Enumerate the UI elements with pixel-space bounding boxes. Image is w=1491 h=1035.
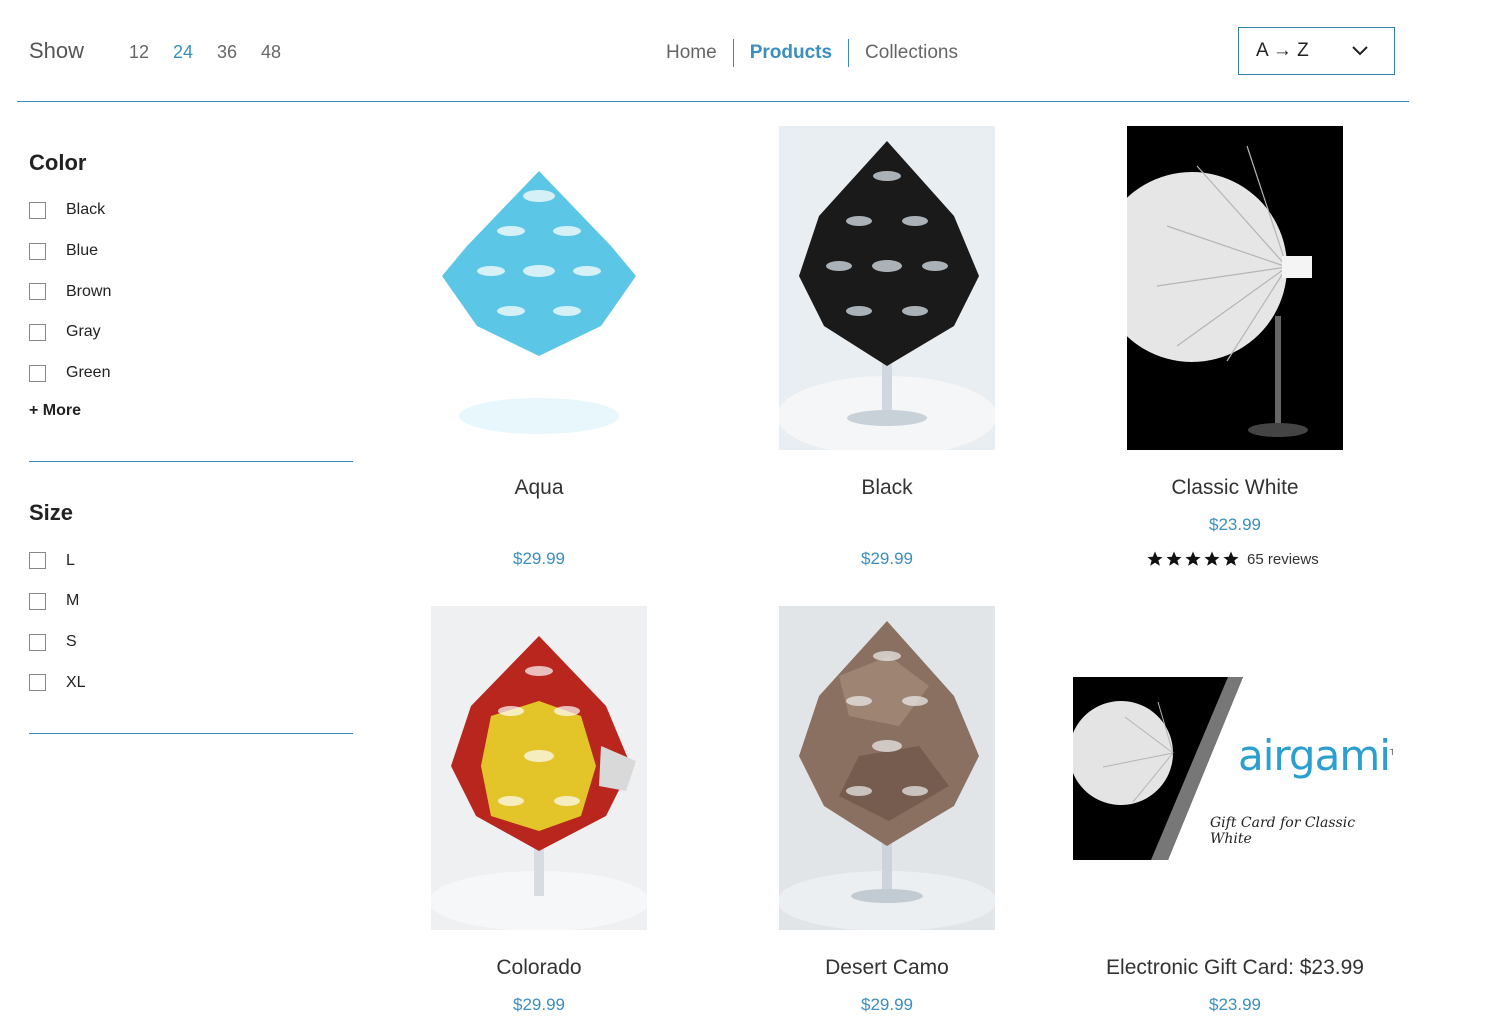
- toolbar: Show 12 24 36 48 Home Products Collectio…: [0, 0, 1410, 102]
- star-icon: [1166, 551, 1182, 566]
- nav-products[interactable]: Products: [734, 42, 848, 64]
- checkbox[interactable]: [29, 283, 46, 301]
- filter-label: Black: [66, 201, 106, 219]
- filter-size-title: Size: [29, 500, 74, 526]
- toolbar-divider: [17, 101, 1409, 102]
- product-price: $29.99: [513, 549, 565, 568]
- mask-image: [431, 636, 647, 930]
- rating-stars: [1146, 550, 1241, 568]
- per-page-48[interactable]: 48: [261, 42, 281, 63]
- product-price: $29.99: [513, 995, 565, 1014]
- product-name[interactable]: Desert Camo: [687, 956, 1087, 980]
- star-icon: [1204, 551, 1220, 566]
- filter-label: XL: [66, 673, 86, 691]
- filter-color-black[interactable]: Black: [29, 190, 353, 231]
- star-icon: [1147, 551, 1163, 566]
- filter-size-xl[interactable]: XL: [29, 663, 353, 704]
- filter-sidebar: Color Black Blue Brown Gray Green + More…: [29, 150, 353, 735]
- sort-select[interactable]: A → Z: [1238, 27, 1395, 75]
- product-image-black[interactable]: [779, 126, 995, 450]
- product-image-aqua[interactable]: [431, 126, 647, 450]
- mask-image: [779, 621, 995, 930]
- filter-size-m[interactable]: M: [29, 581, 353, 622]
- main-nav: Home Products Collections: [650, 38, 974, 68]
- star-icon: [1223, 551, 1239, 566]
- checkbox[interactable]: [29, 323, 46, 341]
- product-name[interactable]: Black: [687, 476, 1087, 500]
- sort-value: A → Z: [1256, 40, 1309, 61]
- per-page-36[interactable]: 36: [217, 42, 237, 63]
- checkbox[interactable]: [29, 201, 46, 219]
- product-image-desert-camo[interactable]: [779, 606, 995, 930]
- mask-image: [1127, 145, 1312, 437]
- product-name[interactable]: Aqua: [339, 476, 739, 500]
- mask-image: [442, 171, 636, 434]
- checkbox[interactable]: [29, 552, 46, 570]
- filter-label: S: [66, 633, 77, 651]
- nav-collections[interactable]: Collections: [849, 42, 974, 64]
- mask-image: [779, 141, 995, 450]
- product-image-gift-card[interactable]: airgamiTM Gift Card for Classic White: [1073, 677, 1393, 860]
- filter-color-title: Color: [29, 150, 87, 175]
- chevron-down-icon: [1352, 46, 1368, 56]
- product-name[interactable]: Classic White: [1035, 476, 1435, 500]
- star-icon: [1185, 551, 1201, 566]
- checkbox[interactable]: [29, 633, 46, 651]
- filter-label: Gray: [66, 323, 101, 341]
- filter-color-green[interactable]: Green: [29, 353, 353, 394]
- filter-color-brown[interactable]: Brown: [29, 271, 353, 312]
- show-label: Show: [29, 38, 85, 63]
- filter-size-s[interactable]: S: [29, 622, 353, 663]
- product-price: $29.99: [861, 549, 913, 568]
- product-rating: 65 reviews: [1146, 550, 1319, 568]
- gift-card-caption: Gift Card for Classic White: [1210, 815, 1356, 847]
- logo-trademark: TM: [1389, 748, 1393, 757]
- airgami-logo: airgamiTM: [1238, 731, 1393, 780]
- product-price: $29.99: [861, 995, 913, 1014]
- filter-color-more-link[interactable]: + More: [29, 397, 353, 425]
- product-name[interactable]: Colorado: [339, 956, 739, 980]
- logo-text: airgami: [1238, 731, 1391, 780]
- nav-home[interactable]: Home: [650, 42, 733, 64]
- product-name[interactable]: Electronic Gift Card: $23.99: [1035, 956, 1435, 980]
- checkbox[interactable]: [29, 242, 46, 260]
- product-price: $23.99: [1209, 515, 1261, 534]
- product-price: $23.99: [1209, 995, 1261, 1014]
- filter-color-gray[interactable]: Gray: [29, 312, 353, 353]
- filter-color-blue[interactable]: Blue: [29, 231, 353, 272]
- product-image-classic-white[interactable]: [1127, 126, 1343, 450]
- filter-divider: [29, 733, 353, 735]
- filter-divider: [29, 461, 353, 463]
- reviews-count[interactable]: 65 reviews: [1247, 551, 1319, 568]
- filter-label: Brown: [66, 282, 112, 300]
- checkbox[interactable]: [29, 674, 46, 692]
- filter-label: L: [66, 551, 75, 569]
- filter-label: Blue: [66, 242, 99, 260]
- per-page-24[interactable]: 24: [173, 42, 193, 63]
- filter-label: M: [66, 592, 80, 610]
- checkbox[interactable]: [29, 364, 46, 382]
- per-page-12[interactable]: 12: [129, 42, 149, 63]
- checkbox[interactable]: [29, 592, 46, 610]
- product-image-colorado[interactable]: [431, 606, 647, 930]
- filter-label: Green: [66, 364, 111, 382]
- filter-size-l[interactable]: L: [29, 540, 353, 581]
